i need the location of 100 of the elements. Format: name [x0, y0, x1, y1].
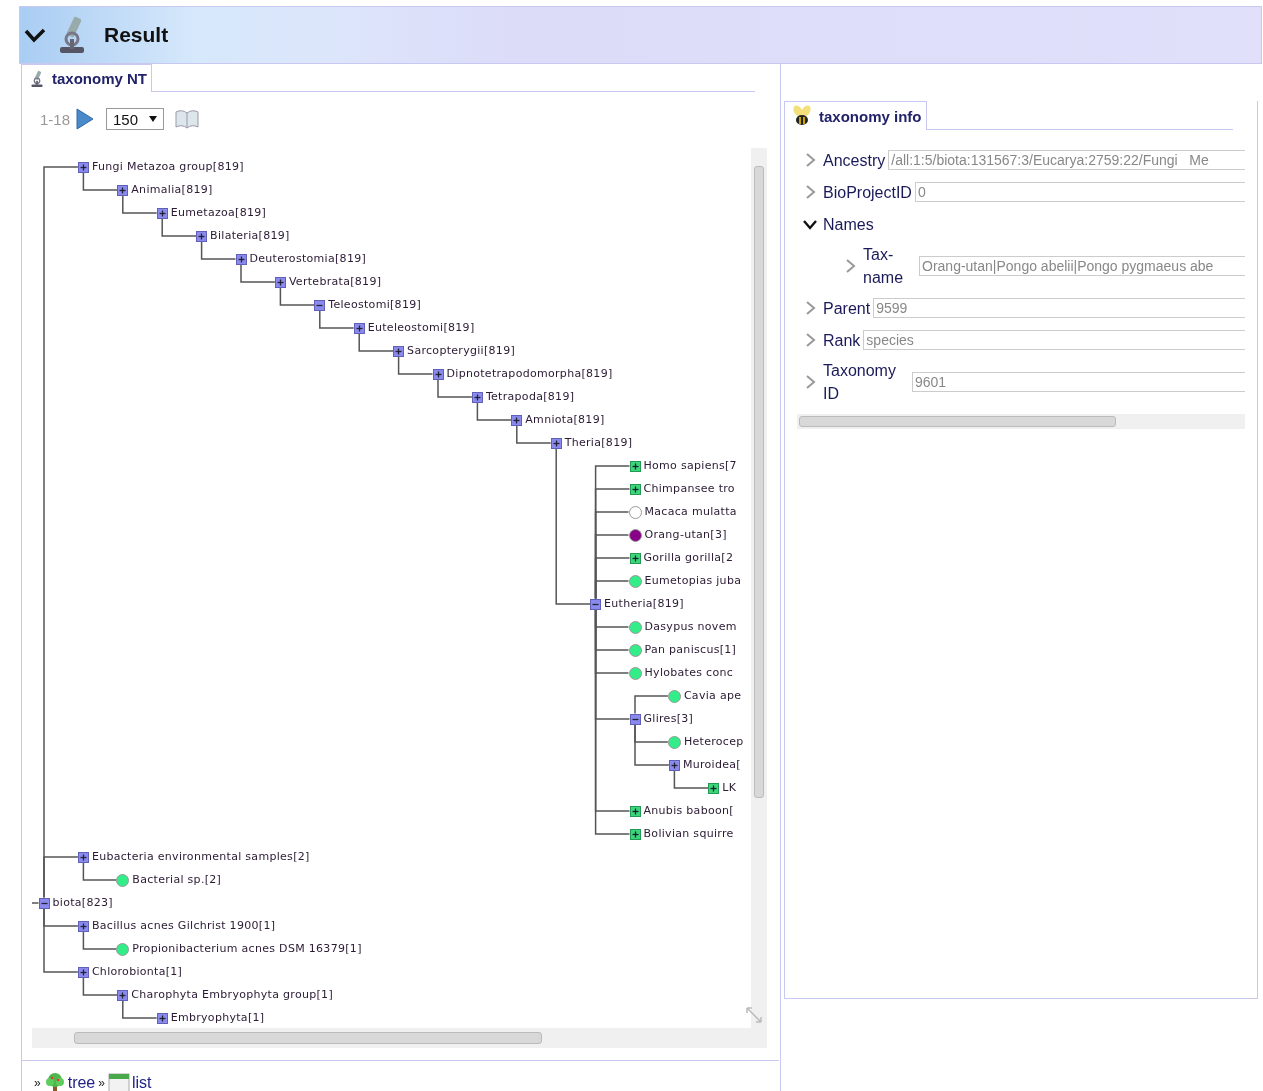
node-label[interactable]: Embryophyta[1] [170, 1011, 265, 1025]
breadcrumb-separator: » [98, 1076, 105, 1090]
expand-icon[interactable] [708, 782, 720, 794]
node-label[interactable]: Teleostomi[819] [328, 298, 422, 312]
expand-icon[interactable] [550, 437, 562, 449]
scroll-thumb[interactable] [754, 166, 764, 798]
value-field[interactable]: 0 [914, 182, 1245, 202]
expand-icon[interactable] [77, 851, 89, 863]
view-link[interactable]: list [107, 1073, 152, 1091]
scroll-thumb[interactable] [799, 416, 1116, 427]
expand-icon[interactable] [274, 276, 286, 288]
value-field[interactable]: /all:1:5/biota:131567:3/Eucarya:2759:22/Fungi Me [888, 150, 1245, 170]
expand-icon[interactable] [353, 322, 365, 334]
value-field[interactable]: species [863, 330, 1245, 350]
value-field[interactable]: 9601 [911, 372, 1245, 392]
collapse-icon[interactable] [314, 299, 326, 311]
node-label[interactable]: Euteleostomi[819] [367, 321, 475, 335]
leaf-dot-icon[interactable] [667, 689, 681, 703]
node-label[interactable]: Bacterial sp.[2] [132, 873, 222, 887]
leaf-dot-icon[interactable] [628, 574, 642, 588]
expand-icon[interactable] [117, 989, 129, 1001]
tab[interactable]: taxonomy NT [22, 64, 152, 92]
node-label[interactable]: Propionibacterium acnes DSM 16379[1] [132, 942, 362, 956]
vertical-scrollbar[interactable] [751, 148, 767, 1028]
resize-grip-icon[interactable] [745, 1006, 763, 1024]
node-label[interactable]: Pan paniscus[1] [644, 643, 737, 657]
node-label[interactable]: Dipnotetrapodomorpha[819] [446, 367, 613, 381]
expand-icon[interactable] [77, 920, 89, 932]
node-label[interactable]: Amniota[819] [525, 413, 605, 427]
node-label[interactable]: LK [722, 781, 737, 795]
expand-icon[interactable] [117, 184, 129, 196]
page-size-select[interactable]: 150 [106, 108, 165, 130]
leaf-dot-icon[interactable] [116, 942, 130, 956]
node-label[interactable]: Heterocep [683, 735, 744, 749]
node-label[interactable]: Gorilla gorilla[2 [643, 551, 734, 565]
horizontal-scrollbar[interactable] [797, 414, 1245, 429]
expand-icon[interactable] [629, 805, 641, 817]
node-label[interactable]: Deuterostomia[819] [249, 252, 367, 266]
node-label[interactable]: Vertebrata[819] [288, 275, 382, 289]
chevron-down-icon[interactable] [24, 27, 46, 43]
list-icon [107, 1073, 130, 1091]
node-label[interactable]: Bolivian squirre [643, 827, 734, 841]
expand-icon[interactable] [471, 391, 483, 403]
leaf-dot-icon[interactable] [628, 643, 642, 657]
next-page-icon[interactable] [76, 108, 95, 130]
node-label[interactable]: Muroidea[ [682, 758, 741, 772]
node-label[interactable]: Macaca mulatta [644, 505, 737, 519]
scroll-thumb[interactable] [74, 1032, 542, 1044]
expand-icon[interactable] [511, 414, 523, 426]
node-label[interactable]: Animalia[819] [131, 183, 213, 197]
connector-line [319, 309, 355, 329]
expand-icon[interactable] [393, 345, 405, 357]
node-label[interactable]: Charophyta Embryophyta group[1] [131, 988, 333, 1002]
expand-icon[interactable] [668, 759, 680, 771]
leaf-dot-icon[interactable] [628, 528, 642, 542]
node-label[interactable]: Tetrapoda[819] [485, 390, 575, 404]
expand-icon[interactable] [629, 460, 641, 472]
connector-line [32, 902, 40, 904]
expand-icon[interactable] [629, 483, 641, 495]
expand-icon[interactable] [77, 161, 89, 173]
collapse-icon[interactable] [590, 598, 602, 610]
node-label[interactable]: Theria[819] [564, 436, 633, 450]
expand-icon[interactable] [156, 1012, 168, 1024]
expand-icon[interactable] [77, 966, 89, 978]
node-label[interactable]: Eumetazoa[819] [170, 206, 267, 220]
node-label[interactable]: Cavia ape [683, 689, 742, 703]
leaf-dot-icon[interactable] [628, 620, 642, 634]
node-label[interactable]: Glires[3] [643, 712, 694, 726]
node-label[interactable]: Anubis baboon[ [643, 804, 734, 818]
node-label[interactable]: Hylobates conc [644, 666, 734, 680]
expand-icon[interactable] [432, 368, 444, 380]
leaf-dot-icon[interactable] [628, 505, 642, 519]
leaf-dot-icon[interactable] [628, 666, 642, 680]
collapse-icon[interactable] [629, 713, 641, 725]
node-label[interactable]: Bilateria[819] [210, 229, 290, 243]
tab[interactable]: taxonomy info [785, 101, 927, 130]
node-label[interactable]: biota[823] [52, 896, 113, 910]
node-label[interactable]: Eumetopias juba [644, 574, 742, 588]
node-label[interactable]: Dasypus novem [644, 620, 737, 634]
node-label[interactable]: Chlorobionta[1] [91, 965, 183, 979]
node-label[interactable]: Bacillus acnes Gilchrist 1900[1] [91, 919, 276, 933]
node-label[interactable]: Orang-utan[3] [644, 528, 727, 542]
value-field[interactable]: Orang-utan|Pongo abelii|Pongo pygmaeus abe [919, 256, 1245, 276]
expand-icon[interactable] [629, 828, 641, 840]
connector-line [82, 171, 119, 191]
expand-icon[interactable] [629, 552, 641, 564]
expand-icon[interactable] [196, 230, 208, 242]
value-field[interactable]: 9599 [873, 298, 1245, 318]
collapse-icon[interactable] [38, 897, 50, 909]
node-label[interactable]: Eubacteria environmental samples[2] [91, 850, 310, 864]
node-label[interactable]: Sarcopterygii[819] [407, 344, 516, 358]
node-label[interactable]: Chimpansee tro [643, 482, 735, 496]
leaf-dot-icon[interactable] [116, 873, 130, 887]
leaf-dot-icon[interactable] [667, 735, 681, 749]
view-link[interactable]: tree [43, 1073, 96, 1091]
node-label[interactable]: Fungi Metazoa group[819] [91, 160, 244, 174]
node-label[interactable]: Homo sapiens[7 [643, 459, 737, 473]
expand-icon[interactable] [156, 207, 168, 219]
expand-icon[interactable] [235, 253, 247, 265]
node-label[interactable]: Eutheria[819] [604, 597, 684, 611]
